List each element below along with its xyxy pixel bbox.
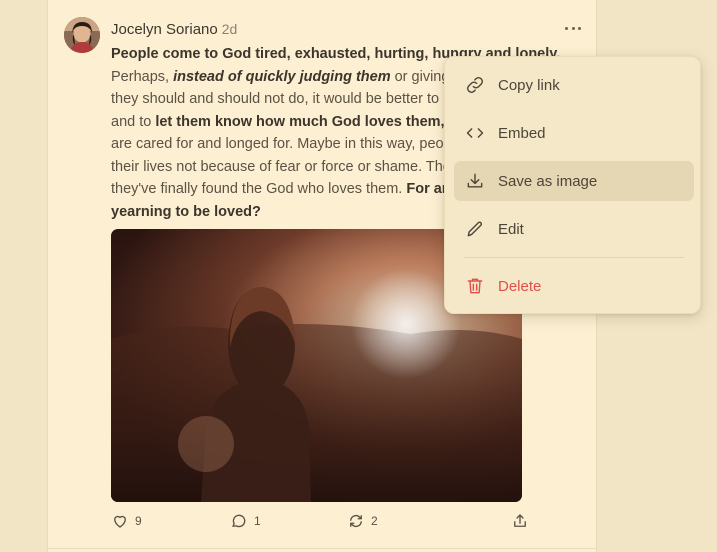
post-author[interactable]: Jocelyn Soriano 2d xyxy=(111,21,237,38)
post-text-run: and to xyxy=(111,113,156,130)
comment-count: 1 xyxy=(254,514,261,528)
share-icon xyxy=(514,514,526,527)
post-text-run: they should and should not do, it would … xyxy=(111,91,440,107)
post-time: 2d xyxy=(221,21,238,37)
heart-icon xyxy=(114,515,126,528)
avatar[interactable] xyxy=(64,17,100,53)
dot-icon xyxy=(578,26,581,30)
link-icon xyxy=(467,77,483,93)
dot-icon xyxy=(571,26,575,30)
restack-button[interactable]: 2 xyxy=(347,512,378,530)
post-options-menu: Copy link Embed Save as image Edit Delet… xyxy=(444,56,701,314)
menu-item-save-as-image[interactable]: Save as image xyxy=(454,161,694,201)
comment-button[interactable]: 1 xyxy=(230,512,261,530)
share-button[interactable] xyxy=(511,512,529,530)
menu-item-label: Save as image xyxy=(498,172,598,190)
more-options-button[interactable] xyxy=(565,18,581,38)
pencil-icon xyxy=(467,221,482,237)
dot-icon xyxy=(565,26,568,30)
trash-icon xyxy=(467,278,483,294)
menu-item-embed[interactable]: Embed xyxy=(454,113,694,153)
post-text-run: their lives not because of fear or force… xyxy=(111,158,451,175)
post-text-run: For ar xyxy=(406,181,448,197)
post-text-run: Perhaps, xyxy=(111,68,174,85)
post-text-run: or giving xyxy=(390,68,450,85)
post-text-run: are cared for and longed for. Maybe in t… xyxy=(111,136,444,152)
menu-item-label: Delete xyxy=(498,277,542,295)
restack-icon xyxy=(350,515,362,527)
download-icon xyxy=(467,173,483,188)
like-button[interactable]: 9 xyxy=(111,512,142,530)
post-text-run: they've finally found the God who loves … xyxy=(111,181,407,197)
menu-item-label: Edit xyxy=(498,220,524,238)
divider xyxy=(48,548,596,549)
post-text-run: instead of quickly judging them xyxy=(173,68,391,85)
menu-item-label: Embed xyxy=(498,124,546,142)
post-text-run: let them know how much God loves them, xyxy=(155,113,445,130)
like-count: 9 xyxy=(135,514,142,528)
post-text-run: yearning to be loved? xyxy=(111,203,261,220)
menu-item-delete[interactable]: Delete xyxy=(454,266,694,306)
post-actions: 9 1 2 xyxy=(111,512,571,532)
menu-item-edit[interactable]: Edit xyxy=(454,209,694,249)
code-icon xyxy=(466,128,484,138)
menu-item-label: Copy link xyxy=(498,76,560,94)
restack-count: 2 xyxy=(371,514,378,528)
comment-icon xyxy=(232,514,246,528)
author-name[interactable]: Jocelyn Soriano xyxy=(111,21,218,38)
menu-divider xyxy=(464,257,684,258)
menu-item-copy-link[interactable]: Copy link xyxy=(454,65,694,105)
